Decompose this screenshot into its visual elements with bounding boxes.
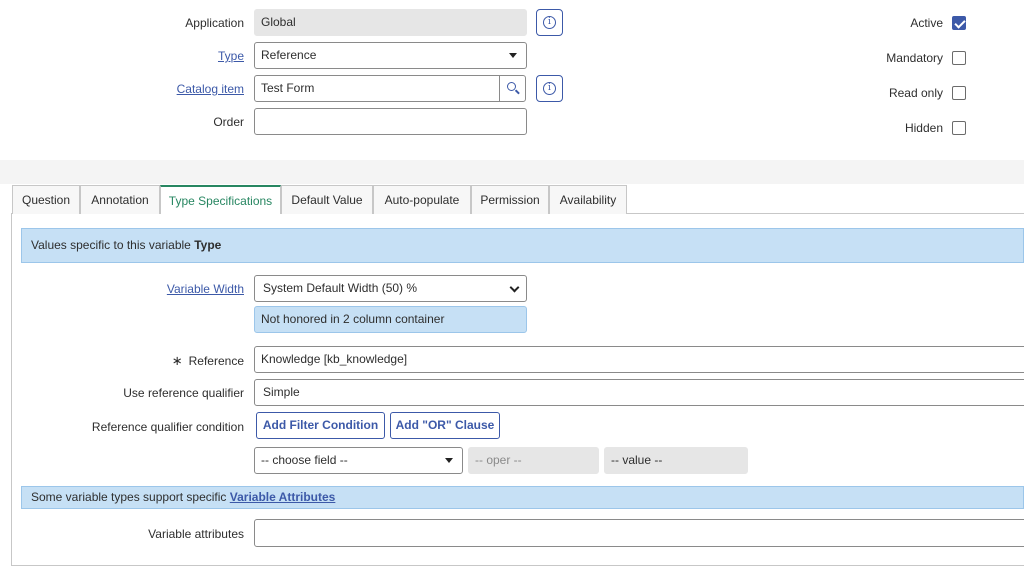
order-input[interactable]: [254, 108, 527, 135]
required-icon: ∗: [171, 353, 183, 368]
choose-field-select[interactable]: -- choose field --: [254, 447, 463, 474]
catalog-item-input[interactable]: Test Form: [254, 75, 500, 102]
read-only-label: Read only: [888, 86, 943, 100]
tab-annotation[interactable]: Annotation: [80, 185, 160, 214]
variable-width-label[interactable]: Variable Width: [167, 282, 244, 296]
use-ref-qualifier-label: Use reference qualifier: [123, 386, 244, 400]
add-filter-condition-button[interactable]: Add Filter Condition: [256, 412, 385, 439]
active-label: Active: [910, 16, 943, 30]
oper-select: -- oper --: [468, 447, 599, 474]
mandatory-checkbox[interactable]: [952, 51, 966, 65]
hidden-checkbox[interactable]: [952, 121, 966, 135]
catalog-item-info-button[interactable]: i: [536, 75, 563, 102]
variable-attributes-banner: Some variable types support specific Var…: [21, 486, 1024, 509]
add-or-clause-button[interactable]: Add "OR" Clause: [390, 412, 500, 439]
tab-permission[interactable]: Permission: [471, 185, 549, 214]
type-spec-banner-text: Values specific to this variable: [31, 238, 195, 252]
tab-default-value[interactable]: Default Value: [281, 185, 373, 214]
variable-width-note: Not honored in 2 column container: [254, 306, 527, 333]
active-checkbox[interactable]: [952, 16, 966, 30]
mandatory-label: Mandatory: [886, 51, 943, 65]
type-select[interactable]: Reference: [254, 42, 527, 69]
reference-input[interactable]: Knowledge [kb_knowledge]: [254, 346, 1024, 373]
application-label: Application: [185, 16, 244, 30]
type-label[interactable]: Type: [218, 49, 244, 63]
variable-attributes-label: Variable attributes: [148, 527, 244, 541]
order-label: Order: [213, 115, 244, 129]
tab-type-specifications[interactable]: Type Specifications: [160, 185, 281, 214]
use-ref-qualifier-select[interactable]: Simple: [254, 379, 1024, 406]
application-info-button[interactable]: i: [536, 9, 563, 36]
variable-width-select[interactable]: System Default Width (50) %: [254, 275, 527, 302]
caret-down-icon: [445, 458, 453, 463]
ref-qualifier-condition-label: Reference qualifier condition: [91, 420, 244, 434]
reference-label-text: Reference: [188, 354, 244, 368]
tab-availability[interactable]: Availability: [549, 185, 627, 214]
info-icon: i: [543, 16, 556, 29]
application-field: Global: [254, 9, 527, 36]
variable-attributes-link[interactable]: Variable Attributes: [230, 490, 336, 504]
hidden-label: Hidden: [904, 121, 943, 135]
type-spec-banner: Values specific to this variable Type: [21, 228, 1024, 263]
read-only-checkbox[interactable]: [952, 86, 966, 100]
type-spec-banner-bold: Type: [194, 238, 222, 252]
variable-attributes-input[interactable]: [254, 519, 1024, 547]
reference-label: ∗ Reference: [172, 353, 244, 369]
tab-auto-populate[interactable]: Auto-populate: [373, 185, 471, 214]
variable-width-value: System Default Width (50) %: [263, 281, 418, 295]
type-select-value: Reference: [261, 48, 317, 62]
search-icon: [507, 82, 516, 91]
choose-field-value: -- choose field --: [261, 453, 348, 467]
catalog-item-lookup-button[interactable]: [499, 75, 526, 102]
section-divider: [0, 160, 1024, 184]
caret-down-icon: [509, 53, 517, 58]
chevron-down-icon: [509, 282, 520, 293]
variable-attributes-banner-text: Some variable types support specific: [31, 490, 230, 504]
value-select: -- value --: [604, 447, 748, 474]
catalog-item-label[interactable]: Catalog item: [177, 82, 244, 96]
info-icon: i: [543, 82, 556, 95]
tab-question[interactable]: Question: [12, 185, 80, 214]
